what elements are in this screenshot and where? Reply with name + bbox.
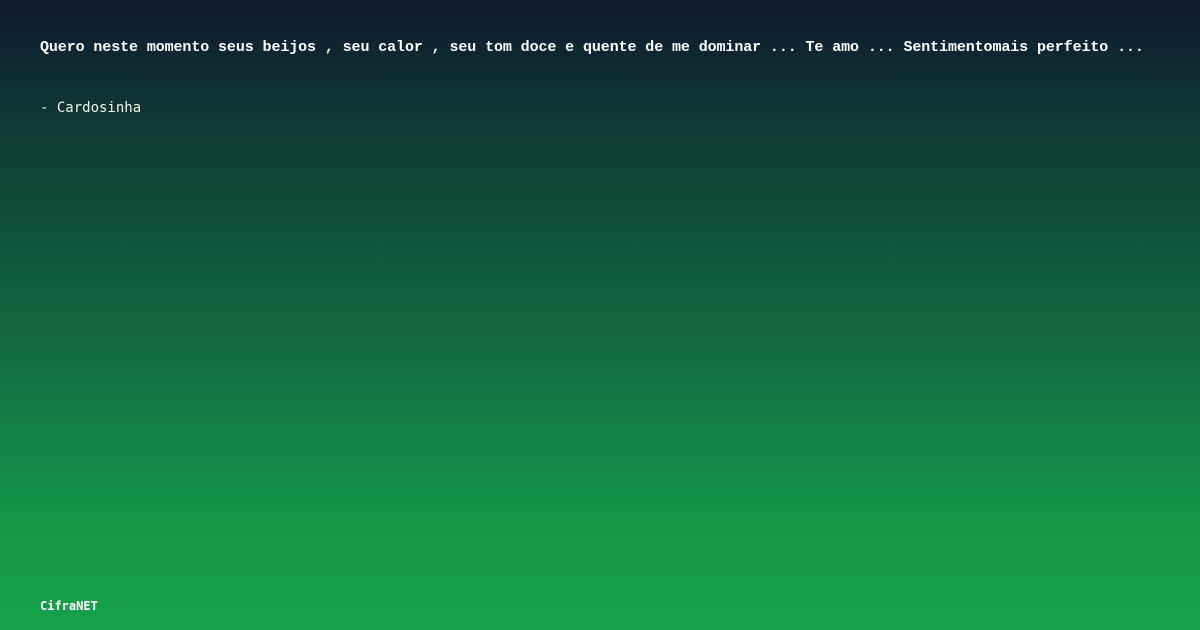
quote-text: Quero neste momento seus beijos , seu ca… [40,39,1144,56]
quote-card: Quero neste momento seus beijos , seu ca… [0,0,1200,630]
quote-author: - Cardosinha [40,100,142,116]
brand-logo-text: CifraNET [40,599,98,613]
